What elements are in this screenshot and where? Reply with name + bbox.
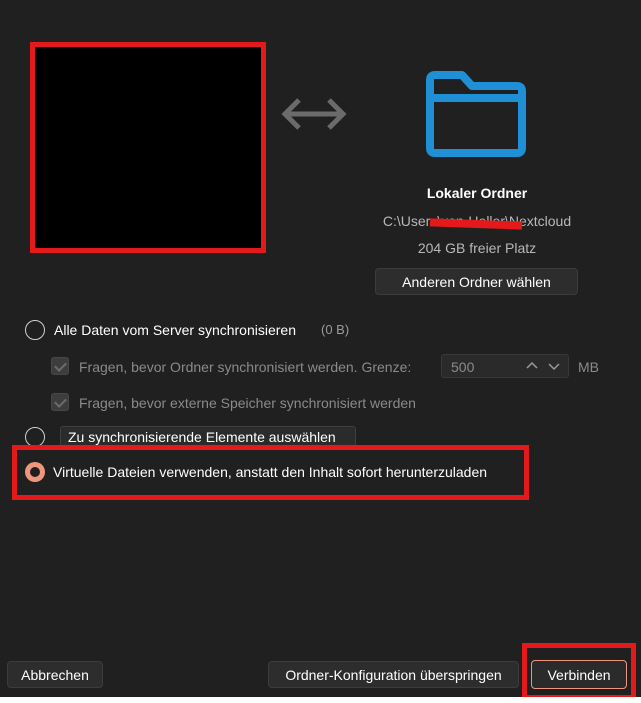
choose-other-folder-button[interactable]: Anderen Ordner wählen — [375, 268, 578, 295]
connect-button[interactable]: Verbinden — [531, 660, 627, 689]
server-preview-redacted — [30, 42, 266, 253]
ask-folders-checkbox[interactable] — [51, 357, 69, 375]
window-bottom-edge — [0, 697, 641, 703]
sync-all-size: (0 B) — [321, 322, 350, 337]
size-limit-spinbox[interactable]: 500 — [441, 354, 569, 378]
ask-external-label: Fragen, bevor externe Speicher synchroni… — [79, 395, 416, 411]
ask-folders-label: Fragen, bevor Ordner synchronisiert werd… — [79, 359, 412, 375]
size-limit-unit: MB — [578, 359, 599, 375]
select-items-radio[interactable] — [25, 427, 45, 447]
size-limit-value: 500 — [451, 359, 475, 375]
ask-external-checkbox[interactable] — [51, 393, 69, 411]
chevron-down-icon[interactable] — [546, 358, 562, 374]
chevron-up-icon[interactable] — [524, 358, 540, 374]
free-space-text: 204 GB freier Platz — [417, 240, 537, 256]
cancel-button[interactable]: Abbrechen — [7, 661, 103, 688]
local-folder-title: Lokaler Ordner — [426, 185, 528, 201]
virtual-files-label: Virtuelle Dateien verwenden, anstatt den… — [53, 464, 488, 480]
sync-all-label: Alle Daten vom Server synchronisieren — [54, 322, 296, 338]
virtual-files-radio[interactable] — [25, 462, 45, 482]
swap-arrows-icon — [281, 98, 347, 130]
skip-folder-config-button[interactable]: Ordner-Konfiguration überspringen — [268, 661, 519, 688]
folder-icon — [426, 71, 526, 157]
sync-all-radio[interactable] — [25, 320, 45, 340]
